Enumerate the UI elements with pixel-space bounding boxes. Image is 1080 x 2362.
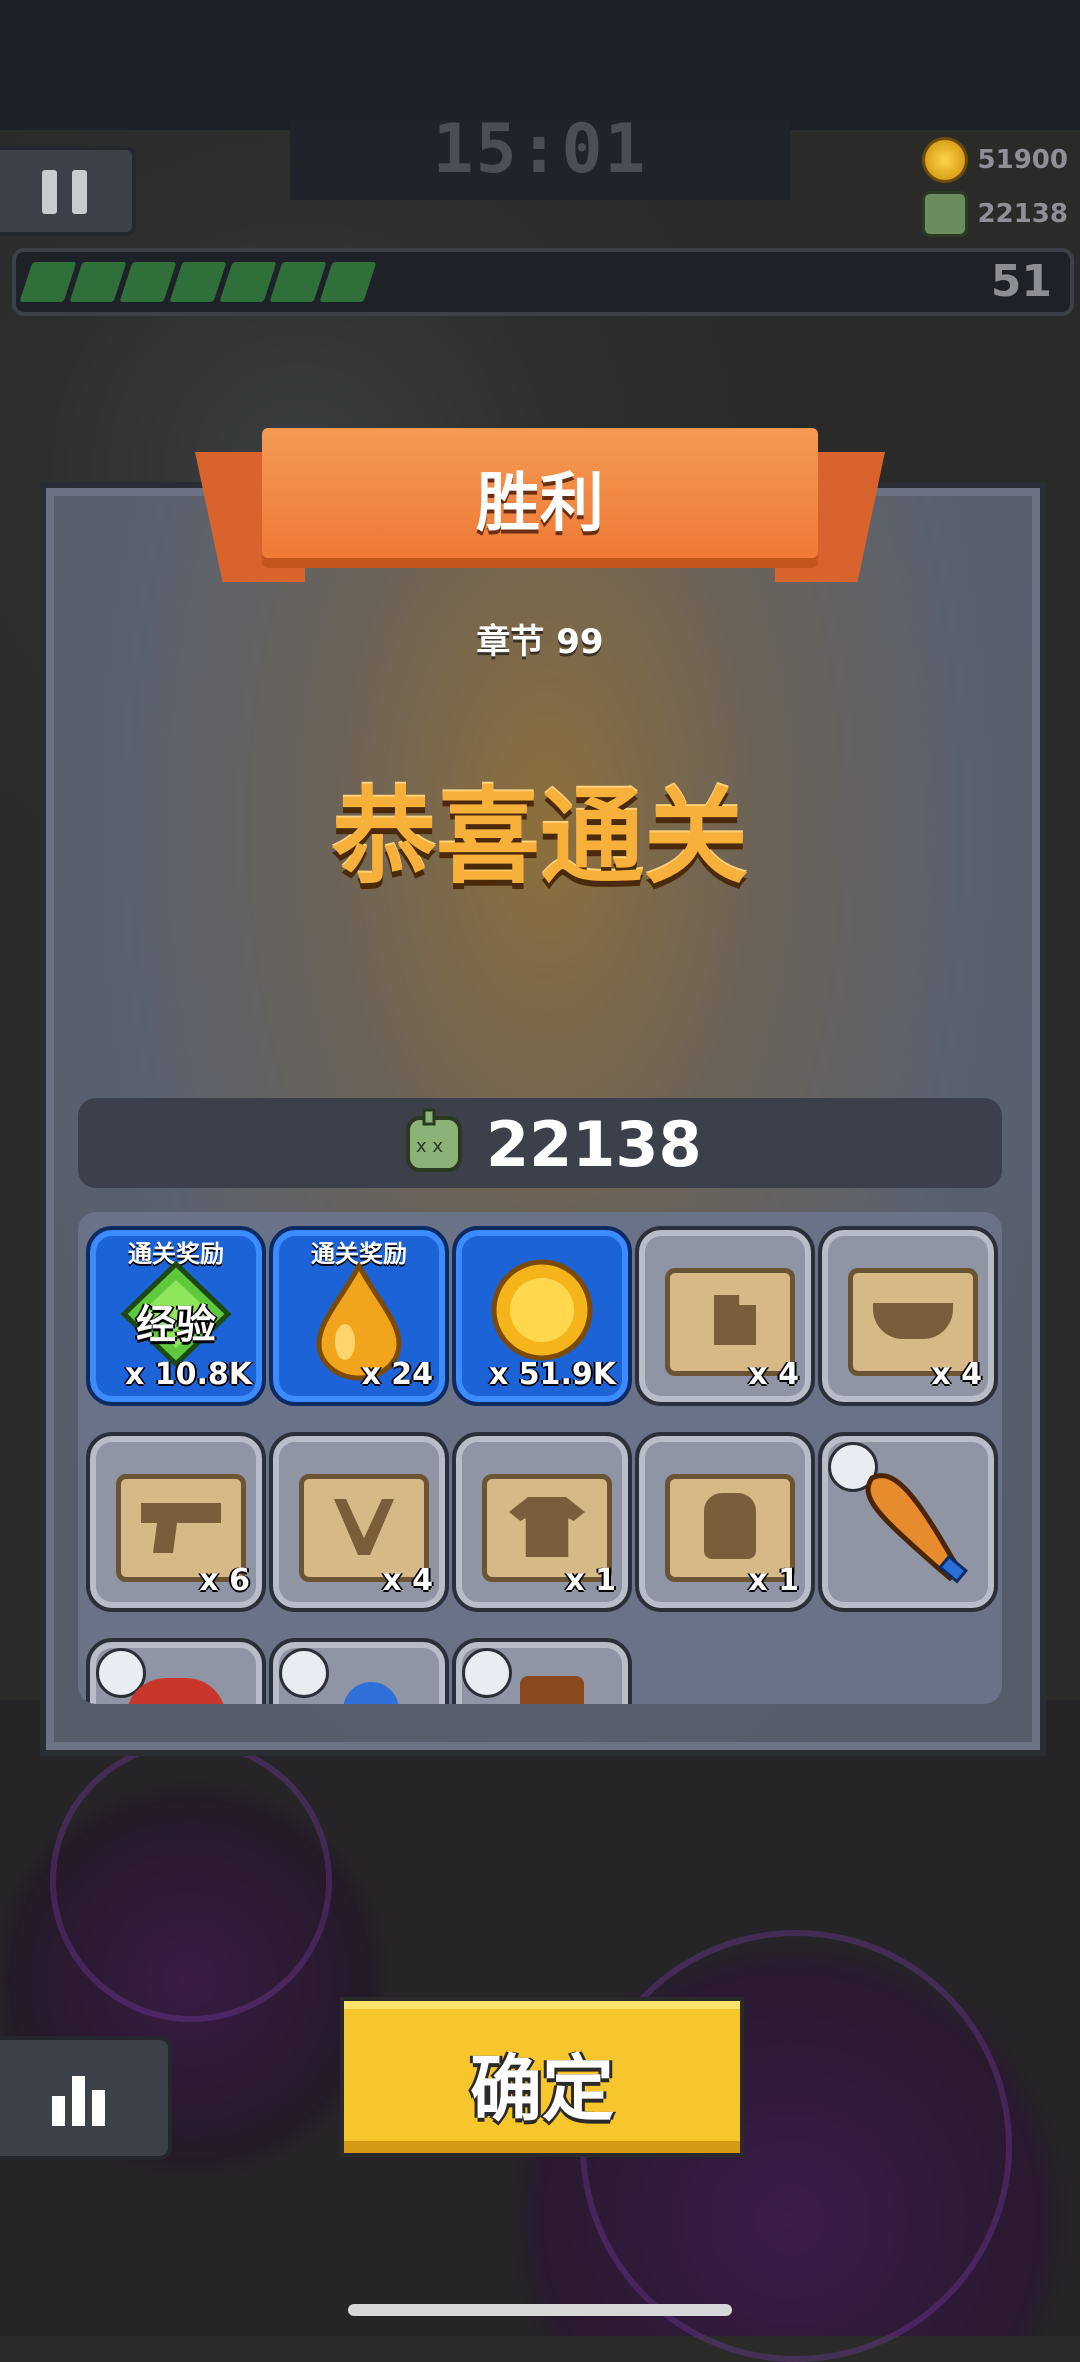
xp-segment [69, 262, 127, 302]
reward-count: x 4 [382, 1563, 433, 1598]
xp-segment [19, 262, 77, 302]
kill-value: 22138 [977, 199, 1068, 229]
reward-weapon-scroll[interactable]: x 6 [86, 1432, 266, 1612]
gold-counter: 51900 [921, 137, 1068, 183]
reward-count: x 4 [931, 1357, 982, 1392]
reward-belt-scroll[interactable]: x 4 [818, 1226, 998, 1406]
pause-button[interactable] [0, 146, 136, 236]
xp-progress-bar [12, 248, 1074, 316]
reward-exp[interactable]: 通关奖励 经验 x 10.8K [86, 1226, 266, 1406]
home-indicator[interactable] [348, 2304, 732, 2316]
reward-grid[interactable]: 通关奖励 经验 x 10.8K 通关奖励 x 24 x 51.9K x 4 x … [78, 1212, 1002, 1704]
baseball-bat-icon [865, 1473, 969, 1584]
xp-progress-fill [19, 262, 377, 302]
glove-type-badge-icon [279, 1648, 329, 1698]
reward-glove-item[interactable] [269, 1638, 449, 1704]
reward-armor-scroll[interactable]: x 4 [635, 1226, 815, 1406]
gold-coin-icon [491, 1259, 593, 1361]
chapter-label: 章节 99 [476, 622, 604, 662]
reward-count: x 4 [748, 1357, 799, 1392]
game-timer: 15:01 [432, 110, 648, 189]
clear-headline: 恭喜通关 [331, 776, 748, 898]
xp-segment [169, 262, 227, 302]
reward-glove-scroll[interactable]: x 1 [635, 1432, 815, 1612]
reward-gold[interactable]: x 51.9K [452, 1226, 632, 1406]
reward-count: x 6 [199, 1563, 250, 1598]
zombie-head-icon: x x [406, 1108, 462, 1172]
reward-baseball-bat[interactable] [818, 1432, 998, 1612]
zombie-head-icon [921, 191, 968, 237]
gold-coin-icon [921, 137, 968, 183]
stats-button[interactable] [0, 2036, 172, 2160]
gold-value: 51900 [977, 145, 1068, 175]
svg-text:x x: x x [416, 1136, 443, 1157]
reward-necklace-scroll[interactable]: x 4 [269, 1432, 449, 1612]
reward-count: x 24 [361, 1357, 433, 1392]
dialog-title: 胜利 [476, 467, 604, 541]
reward-count: x 1 [748, 1563, 799, 1598]
player-level: 51 [990, 256, 1052, 307]
xp-segment [219, 262, 277, 302]
reward-count: x 10.8K [124, 1357, 252, 1392]
reward-count: x 51.9K [488, 1357, 616, 1392]
reward-belt-item[interactable] [86, 1638, 266, 1704]
boots-item-icon [520, 1676, 584, 1704]
xp-segment [319, 262, 377, 302]
xp-segment [269, 262, 327, 302]
reward-oil[interactable]: 通关奖励 x 24 [269, 1226, 449, 1406]
reward-boots-item[interactable] [452, 1638, 632, 1704]
exp-label: 经验 [136, 1302, 216, 1348]
reward-count: x 1 [565, 1563, 616, 1598]
kill-counter: 22138 [921, 191, 1068, 237]
confirm-label: 确定 [469, 2047, 614, 2131]
reward-clothes-scroll[interactable]: x 1 [452, 1432, 632, 1612]
bar-chart-icon [52, 2096, 65, 2126]
kill-summary-value: 22138 [486, 1108, 702, 1181]
xp-segment [119, 262, 177, 302]
glove-item-icon [343, 1682, 399, 1704]
pause-icon [42, 170, 57, 214]
boots-type-badge-icon [462, 1648, 512, 1698]
